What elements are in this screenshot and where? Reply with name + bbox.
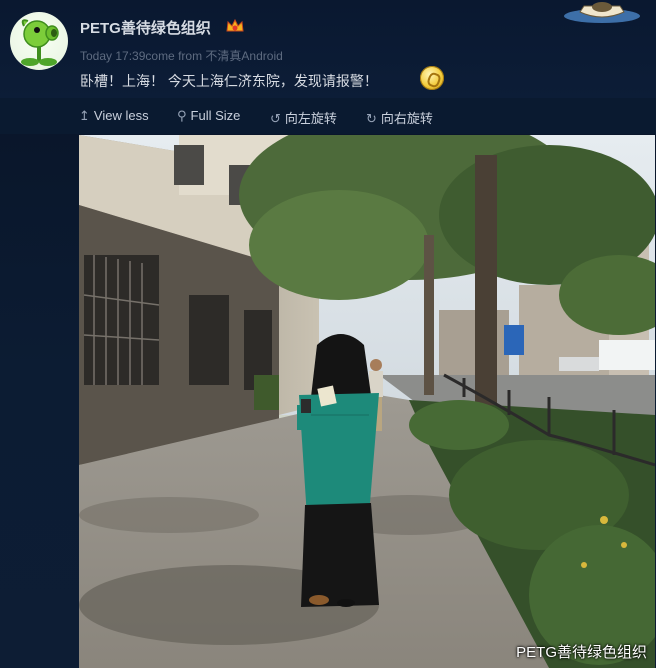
- post-header: PETG善待绿色组织 Today 17:39come from 不清真Andro…: [0, 0, 656, 98]
- view-less-button[interactable]: ↥ View less: [79, 108, 149, 124]
- weibo-post-card: PETG善待绿色组织 Today 17:39come from 不清真Andro…: [0, 0, 656, 668]
- rotate-left-button[interactable]: ↺ 向左旋转: [270, 108, 337, 127]
- magnify-icon: ⚲: [177, 108, 187, 123]
- rotate-right-button[interactable]: ↻ 向右旋转: [366, 108, 433, 127]
- image-toolbar: ↥ View less ⚲ Full Size ↺ 向左旋转 ↻ 向右旋转: [0, 98, 656, 134]
- full-size-button[interactable]: ⚲ Full Size: [177, 108, 240, 124]
- rotate-right-icon: ↻: [366, 111, 377, 126]
- post-photo[interactable]: PETG善待绿色组织: [79, 135, 655, 668]
- vip-crown-icon[interactable]: [225, 18, 245, 34]
- timestamp[interactable]: Today 17:39: [80, 49, 145, 63]
- avatar[interactable]: [10, 12, 68, 70]
- post-text: 卧槽！上海！ 今天上海仁济东院，发现请报警！: [80, 73, 378, 89]
- photo-watermark: PETG善待绿色组织: [516, 644, 647, 661]
- post-meta: Today 17:39come from 不清真Android: [80, 47, 283, 64]
- source-app[interactable]: 不清真Android: [205, 49, 282, 63]
- source-prefix: come from: [145, 49, 203, 63]
- collapse-up-icon: ↥: [79, 108, 90, 123]
- boat-decoration-icon: [564, 2, 640, 23]
- username[interactable]: PETG善待绿色组织: [80, 17, 211, 38]
- smiley-emoji-icon: [420, 66, 444, 90]
- street-photo: [79, 135, 655, 668]
- rotate-left-icon: ↺: [270, 111, 281, 126]
